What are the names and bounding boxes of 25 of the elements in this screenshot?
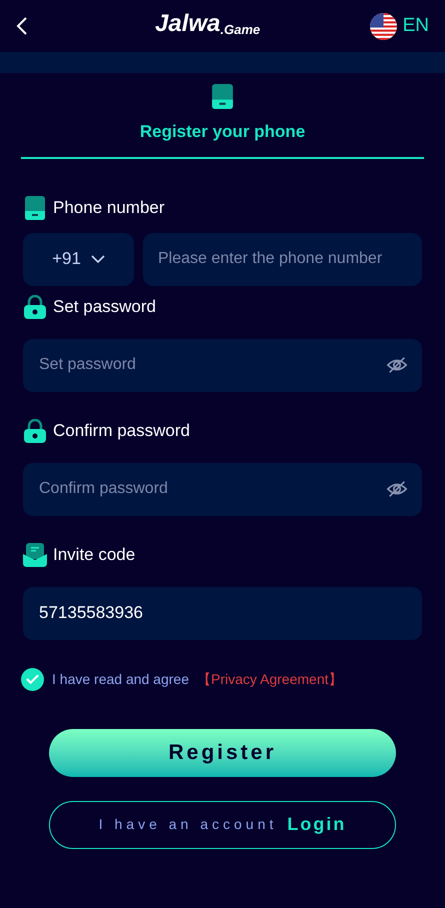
agreement-text: I have read and agree: [52, 670, 189, 689]
login-button[interactable]: I have an account Login: [49, 800, 396, 848]
lock-icon: [23, 294, 47, 318]
phone-input[interactable]: Please enter the phone number: [143, 232, 422, 286]
language-button[interactable]: EN: [402, 12, 429, 40]
field-label: Invite code: [53, 544, 136, 566]
field-label: Confirm password: [53, 420, 190, 442]
phone-icon: [212, 84, 233, 109]
check-icon: [26, 674, 39, 684]
register-button[interactable]: Register: [49, 728, 396, 776]
register-phone-tab[interactable]: Register your phone: [21, 73, 424, 158]
envelope-icon: [23, 542, 47, 566]
agree-checkbox[interactable]: [21, 668, 44, 690]
password-field[interactable]: Confirm password: [23, 462, 422, 516]
country-code-select[interactable]: +91: [23, 232, 134, 286]
logo: Jalwa.Game: [155, 12, 260, 36]
phone-icon: [23, 196, 47, 220]
chevron-down-icon: [90, 255, 105, 263]
field-label: Phone number: [53, 196, 165, 219]
flag-icon: [370, 12, 397, 40]
password-field[interactable]: Set password: [23, 338, 422, 392]
field-label: Set password: [53, 296, 156, 318]
privacy-agreement-link[interactable]: 【Privacy Agreement】: [197, 668, 342, 690]
lock-icon: [23, 418, 47, 442]
invite-code-input[interactable]: 57135583936: [23, 586, 422, 640]
